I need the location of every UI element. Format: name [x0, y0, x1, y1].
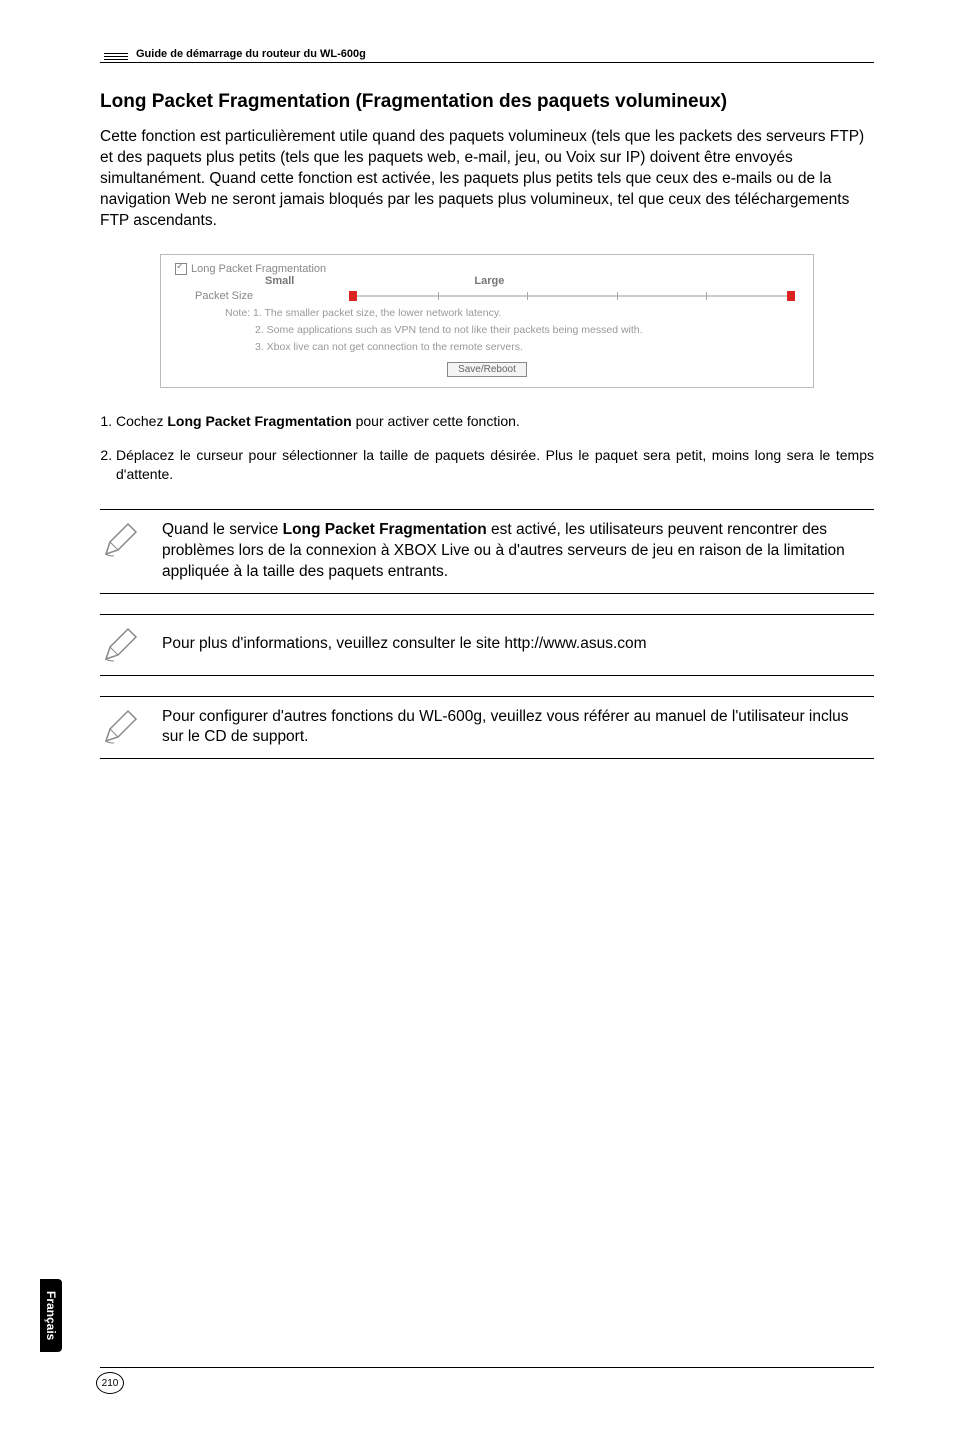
note-1-pre: Quand le service [162, 521, 283, 538]
language-tab: Français [40, 1279, 62, 1352]
step-1-pre: Cochez [116, 413, 167, 429]
note-3-text: Pour configurer d'autres fonctions du WL… [162, 707, 874, 749]
page-header: Guide de démarrage du routeur du WL-600g [100, 40, 874, 63]
note-block-3: Pour configurer d'autres fonctions du WL… [100, 696, 874, 760]
note-1-bold: Long Packet Fragmentation [283, 521, 487, 538]
screenshot-note-2: 2. Some applications such as VPN tend to… [255, 324, 799, 337]
step-1-post: pour activer cette fonction. [352, 413, 520, 429]
settings-screenshot: Long Packet Fragmentation Small Large Pa… [160, 254, 814, 388]
intro-paragraph: Cette fonction est particulièrement util… [100, 127, 874, 232]
note-block-1: Quand le service Long Packet Fragmentati… [100, 509, 874, 594]
note-block-2: Pour plus d'informations, veuillez consu… [100, 614, 874, 676]
pencil-icon [100, 707, 140, 747]
guide-title: Guide de démarrage du routeur du WL-600g [136, 48, 366, 60]
packet-size-slider[interactable] [349, 289, 795, 303]
save-reboot-button[interactable]: Save/Reboot [447, 362, 527, 377]
pencil-icon [100, 520, 140, 560]
step-1-bold: Long Packet Fragmentation [167, 413, 351, 429]
note-2-text: Pour plus d'informations, veuillez consu… [162, 634, 874, 655]
screenshot-note-1: Note: 1. The smaller packet size, the lo… [225, 307, 799, 320]
packet-size-label: Packet Size [195, 290, 345, 302]
screenshot-note-3: 3. Xbox live can not get connection to t… [255, 341, 799, 354]
section-heading: Long Packet Fragmentation (Fragmentation… [100, 91, 874, 113]
steps-list: Cochez Long Packet Fragmentation pour ac… [100, 412, 874, 485]
note-1-text: Quand le service Long Packet Fragmentati… [162, 520, 874, 583]
step-2: Déplacez le curseur pour sélectionner la… [116, 446, 874, 485]
checkbox-label: Long Packet Fragmentation [191, 263, 326, 275]
column-small: Small [265, 275, 294, 287]
pencil-icon [100, 625, 140, 665]
step-1: Cochez Long Packet Fragmentation pour ac… [116, 412, 874, 432]
column-large: Large [474, 275, 504, 287]
footer-rule [100, 1367, 874, 1368]
fragmentation-checkbox[interactable] [175, 263, 187, 275]
page-number: 210 [96, 1372, 124, 1394]
router-icon [100, 40, 128, 60]
